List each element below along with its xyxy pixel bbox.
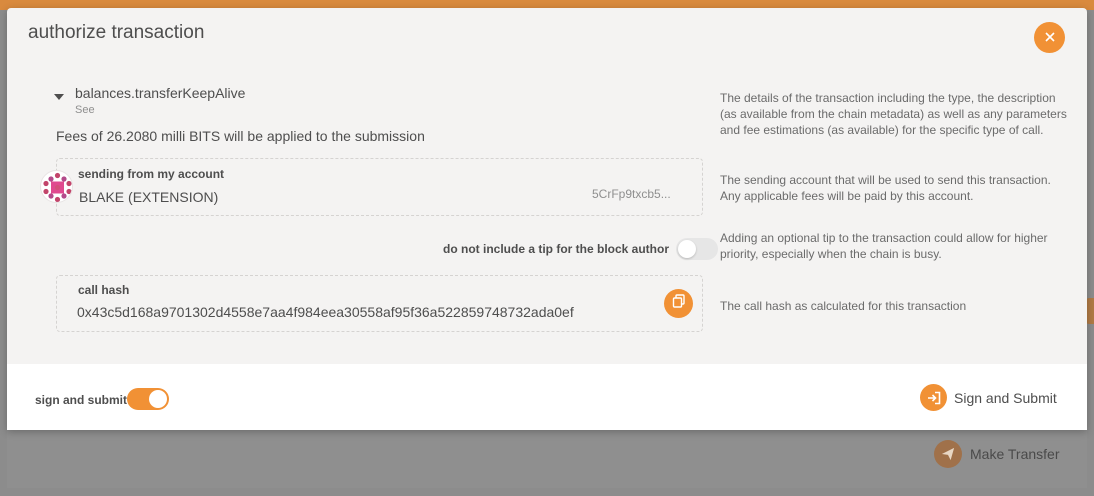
- transaction-method[interactable]: balances.transferKeepAlive: [75, 85, 245, 101]
- background-panel: [7, 430, 1087, 488]
- transaction-see-link[interactable]: See: [75, 104, 95, 116]
- tip-help: Adding an optional tip to the transactio…: [720, 231, 1048, 261]
- call-hash-value: 0x43c5d168a9701302d4558e7aa4f984eea30558…: [77, 304, 574, 320]
- transaction-help: The details of the transaction including…: [720, 91, 1067, 137]
- toggle-knob: [149, 390, 167, 408]
- account-address: 5CrFp9txcb5...: [592, 187, 671, 201]
- toggle-knob: [678, 240, 696, 258]
- tip-label: do not include a tip for the block autho…: [443, 242, 669, 256]
- account-name: BLAKE (EXTENSION): [79, 189, 219, 205]
- account-label: sending from my account: [78, 167, 225, 181]
- copy-button[interactable]: [664, 289, 693, 318]
- copy-icon: [672, 294, 686, 313]
- make-transfer-label: Make Transfer: [970, 446, 1060, 462]
- close-button[interactable]: [1034, 22, 1065, 53]
- modal-footer: sign and submit Sign and Submit: [7, 364, 1087, 430]
- account-help: The sending account that will be used to…: [720, 173, 1051, 203]
- sign-and-submit-label: sign and submit: [35, 393, 128, 407]
- tip-toggle[interactable]: [676, 238, 718, 260]
- fees-text: Fees of 26.2080 milli BITS will be appli…: [56, 128, 425, 144]
- background-side-tab: [1086, 298, 1094, 324]
- caret-down-icon[interactable]: [54, 94, 64, 100]
- call-hash-help: The call hash as calculated for this tra…: [720, 299, 967, 313]
- modal-title: authorize transaction: [28, 22, 205, 43]
- close-icon: [1044, 29, 1055, 47]
- account-identicon: [40, 170, 73, 203]
- sign-and-submit-toggle[interactable]: [127, 388, 169, 410]
- call-hash-label: call hash: [78, 283, 130, 297]
- tip-row: do not include a tip for the block autho…: [443, 238, 718, 260]
- paper-plane-icon: [934, 440, 962, 468]
- sign-in-icon: [920, 384, 947, 411]
- call-hash-box: call hash 0x43c5d168a9701302d4558e7aa4f9…: [56, 275, 703, 332]
- account-selector[interactable]: sending from my account BLAKE (EXTENSION…: [56, 158, 703, 216]
- authorize-transaction-modal: authorize transaction balances.transferK…: [7, 8, 1087, 430]
- sign-and-submit-button-label: Sign and Submit: [954, 389, 1057, 406]
- make-transfer-button: Make Transfer: [934, 440, 1059, 468]
- sign-and-submit-button[interactable]: Sign and Submit: [920, 384, 1057, 411]
